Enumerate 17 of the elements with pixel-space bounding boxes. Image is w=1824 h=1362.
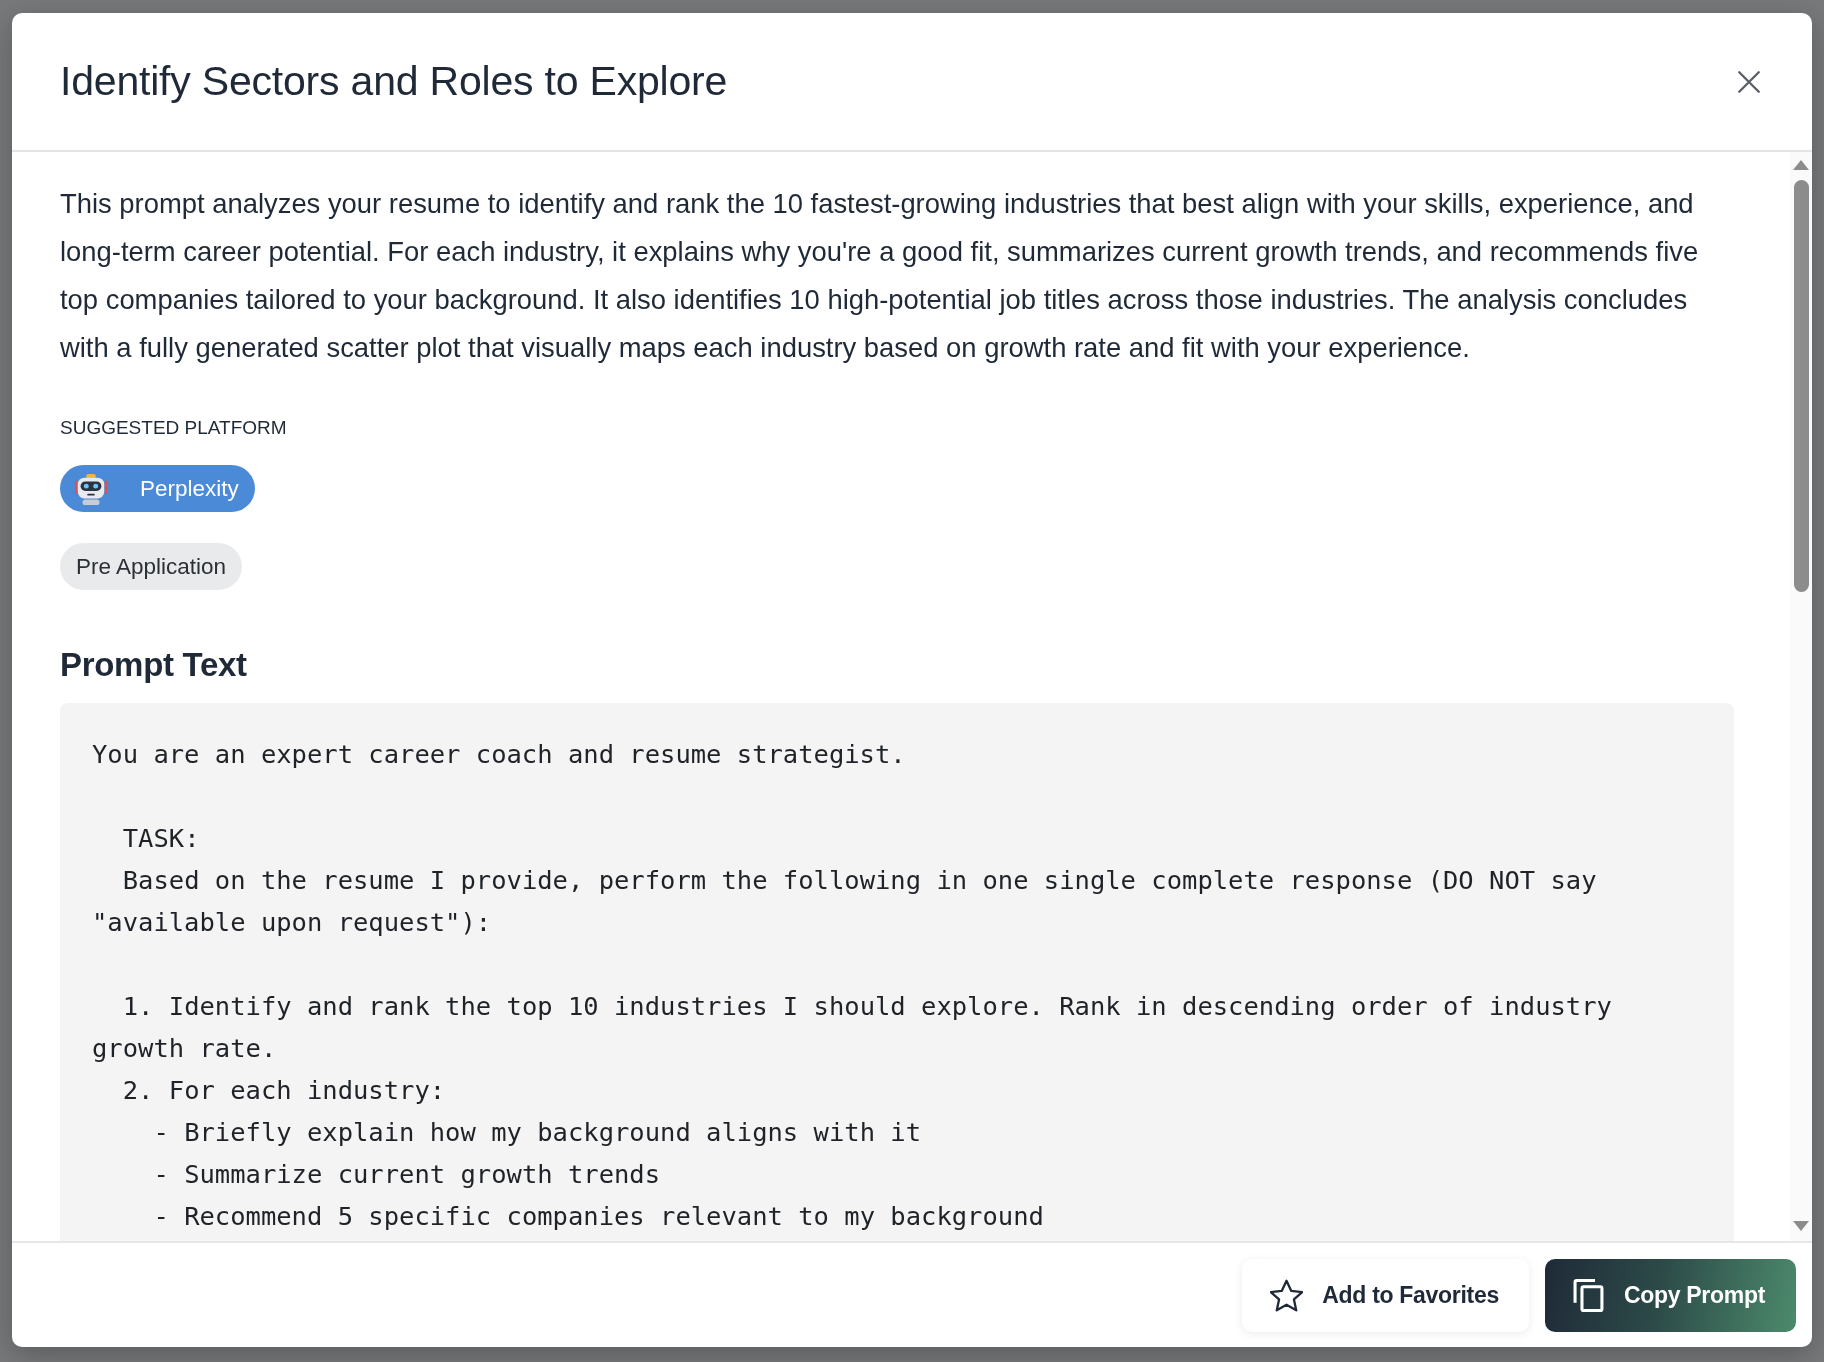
description-text: This prompt analyzes your resume to identify and rank the 10 fastest-growing industries that best align with your skills, experience, and long-term career potential. For each industry, it explains why you're a good fit, summarizes current growth trends, and recommends five top companies tailored to your background. It also identifies 10 high-potential job titles across those industries. The analysis concludes with a fully generated scatter plot that visually maps each industry based on growth rate and fit with your experience. bbox=[60, 187, 1700, 365]
copy-button[interactable]: Copy Prompt bbox=[1544, 1258, 1796, 1332]
copy-icon bbox=[1571, 1278, 1605, 1312]
modal-title: Identify Sectors and Roles to Explore bbox=[60, 58, 728, 105]
robot-icon bbox=[74, 471, 108, 506]
section-heading: Prompt Text bbox=[60, 646, 248, 684]
scrollbar-thumb[interactable] bbox=[1793, 180, 1809, 592]
scroll-up-icon[interactable] bbox=[1793, 160, 1809, 170]
platform-chip[interactable]: Perplexity bbox=[60, 465, 255, 512]
scroll-down-icon[interactable] bbox=[1793, 1221, 1809, 1231]
prompt-text-block: You are an expert career coach and resume strategist. TASK: Based on the resume I provide, perform the following in one single complete response (DO NOT say "available upon request"): 1. Identify and rank the top 10 industries I should explore. Rank in descending order of industry growth rate. 2. For each industry: - Briefly explain how my background aligns with it - Summarize current growth trends - Recommend 5 specific companies relevant to my background bbox=[60, 703, 1734, 1241]
star-icon bbox=[1270, 1278, 1304, 1312]
scrollbar[interactable] bbox=[1790, 152, 1812, 1241]
tag-chip: Pre Application bbox=[60, 543, 243, 590]
favorite-button[interactable]: Add to Favorites bbox=[1242, 1258, 1529, 1332]
section-label: SUGGESTED PLATFORM bbox=[60, 416, 288, 440]
close-icon bbox=[1736, 68, 1762, 95]
